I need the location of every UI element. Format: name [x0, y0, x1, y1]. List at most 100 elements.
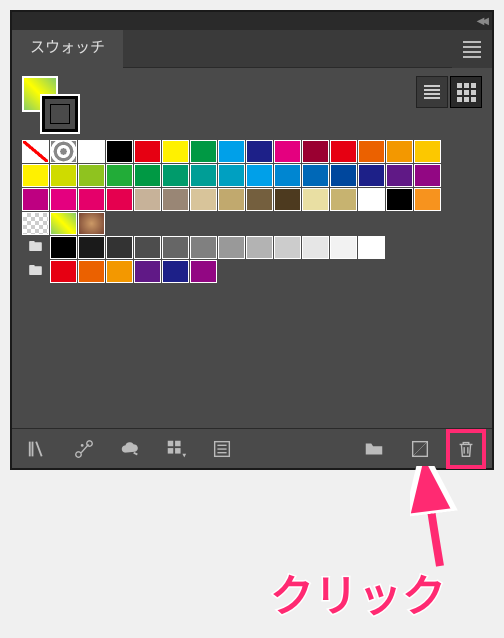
- swatch-cell[interactable]: [134, 164, 161, 187]
- swatch-cell[interactable]: [162, 140, 189, 163]
- swatch-cell[interactable]: [78, 188, 105, 211]
- swatch-cell[interactable]: [190, 236, 217, 259]
- swatch-cell[interactable]: [218, 140, 245, 163]
- swatch-cell[interactable]: [50, 212, 77, 235]
- swatch-cell[interactable]: [302, 236, 329, 259]
- link-button[interactable]: [70, 435, 98, 463]
- swatch-cell[interactable]: [274, 164, 301, 187]
- swatch-cell[interactable]: [134, 188, 161, 211]
- swatch-cell[interactable]: [78, 164, 105, 187]
- swatch-cell[interactable]: [106, 140, 133, 163]
- swatch-cell[interactable]: [78, 236, 105, 259]
- menu-icon: [463, 41, 481, 58]
- new-color-group-button[interactable]: [208, 435, 236, 463]
- swatch-group-row: 🖿: [22, 236, 482, 259]
- swatch-cell[interactable]: [190, 260, 217, 283]
- swatch-cell[interactable]: [190, 188, 217, 211]
- grid-view-button[interactable]: [450, 76, 482, 108]
- swatch-cell[interactable]: [358, 140, 385, 163]
- tab-spacer: [123, 30, 452, 68]
- panel-body: 🖿🖿: [12, 68, 492, 428]
- swatch-cell[interactable]: [358, 236, 385, 259]
- swatch-cell[interactable]: [50, 236, 77, 259]
- tab-swatches[interactable]: スウォッチ: [12, 30, 123, 68]
- swatch-row: [22, 140, 482, 163]
- folder-icon: [363, 438, 385, 460]
- swatch-cell[interactable]: [386, 188, 413, 211]
- libraries-button[interactable]: [24, 435, 52, 463]
- swatch-cell[interactable]: [190, 164, 217, 187]
- folder-icon[interactable]: 🖿: [22, 236, 49, 259]
- svg-text:▾: ▾: [182, 450, 186, 459]
- fill-stroke-control[interactable]: [22, 76, 78, 132]
- swatch-cell[interactable]: [106, 188, 133, 211]
- swatch-cell[interactable]: [50, 164, 77, 187]
- swatch-cell[interactable]: [246, 140, 273, 163]
- swatch-cell[interactable]: [246, 236, 273, 259]
- collapse-chevron-icon: ◀◀: [477, 16, 486, 27]
- swatch-cell[interactable]: [22, 140, 49, 163]
- stroke-swatch[interactable]: [42, 96, 78, 132]
- swatch-cell[interactable]: [50, 140, 77, 163]
- new-color-group-icon: [211, 438, 233, 460]
- swatch-cell[interactable]: [274, 188, 301, 211]
- list-view-button[interactable]: [416, 76, 448, 108]
- callout-label: クリック: [270, 560, 446, 624]
- swatch-cell[interactable]: [50, 260, 77, 283]
- swatch-cell[interactable]: [330, 140, 357, 163]
- new-swatch-button[interactable]: [406, 435, 434, 463]
- swatch-cell[interactable]: [106, 236, 133, 259]
- swatch-cell[interactable]: [358, 164, 385, 187]
- swatch-cell[interactable]: [134, 140, 161, 163]
- libraries-icon: [27, 438, 49, 460]
- swatch-cell[interactable]: [218, 188, 245, 211]
- swatch-cell[interactable]: [106, 260, 133, 283]
- swatch-cell[interactable]: [386, 140, 413, 163]
- swatch-cell[interactable]: [302, 164, 329, 187]
- panel-menu-button[interactable]: [452, 30, 492, 68]
- swatch-cell[interactable]: [162, 260, 189, 283]
- swatch-cell[interactable]: [218, 236, 245, 259]
- swatch-cell[interactable]: [358, 188, 385, 211]
- swatch-cell[interactable]: [78, 140, 105, 163]
- delete-swatch-button[interactable]: [452, 435, 480, 463]
- swatch-cell[interactable]: [414, 164, 441, 187]
- swatch-cell[interactable]: [302, 140, 329, 163]
- swatch-cell[interactable]: [162, 236, 189, 259]
- cloud-button[interactable]: [116, 435, 144, 463]
- swatch-cell[interactable]: [330, 236, 357, 259]
- swatch-cell[interactable]: [78, 260, 105, 283]
- new-folder-button[interactable]: [360, 435, 388, 463]
- swatch-cell[interactable]: [274, 140, 301, 163]
- swatch-cell[interactable]: [162, 164, 189, 187]
- swatch-cell[interactable]: [246, 164, 273, 187]
- cloud-icon: [119, 438, 141, 460]
- swatches-panel: ◀◀ スウォッチ 🖿🖿: [10, 10, 494, 470]
- swatch-cell[interactable]: [162, 188, 189, 211]
- swatch-row: [22, 188, 482, 211]
- swatch-cell[interactable]: [22, 164, 49, 187]
- swatch-cell[interactable]: [78, 212, 105, 235]
- options-button[interactable]: ▾: [162, 435, 190, 463]
- swatch-cell[interactable]: [274, 236, 301, 259]
- swatch-cell[interactable]: [330, 164, 357, 187]
- swatch-cell[interactable]: [414, 140, 441, 163]
- swatch-cell[interactable]: [330, 188, 357, 211]
- collapse-bar[interactable]: ◀◀: [12, 12, 492, 30]
- swatch-cell[interactable]: [22, 212, 49, 235]
- swatch-area: 🖿🖿: [22, 140, 482, 283]
- swatch-cell[interactable]: [414, 188, 441, 211]
- swatch-cell[interactable]: [106, 164, 133, 187]
- swatch-cell[interactable]: [134, 260, 161, 283]
- trash-icon: [455, 438, 477, 460]
- swatch-cell[interactable]: [386, 164, 413, 187]
- swatch-group-row: 🖿: [22, 260, 482, 283]
- folder-icon[interactable]: 🖿: [22, 260, 49, 283]
- swatch-cell[interactable]: [246, 188, 273, 211]
- swatch-cell[interactable]: [218, 164, 245, 187]
- swatch-cell[interactable]: [302, 188, 329, 211]
- swatch-cell[interactable]: [50, 188, 77, 211]
- swatch-cell[interactable]: [190, 140, 217, 163]
- swatch-cell[interactable]: [22, 188, 49, 211]
- swatch-cell[interactable]: [134, 236, 161, 259]
